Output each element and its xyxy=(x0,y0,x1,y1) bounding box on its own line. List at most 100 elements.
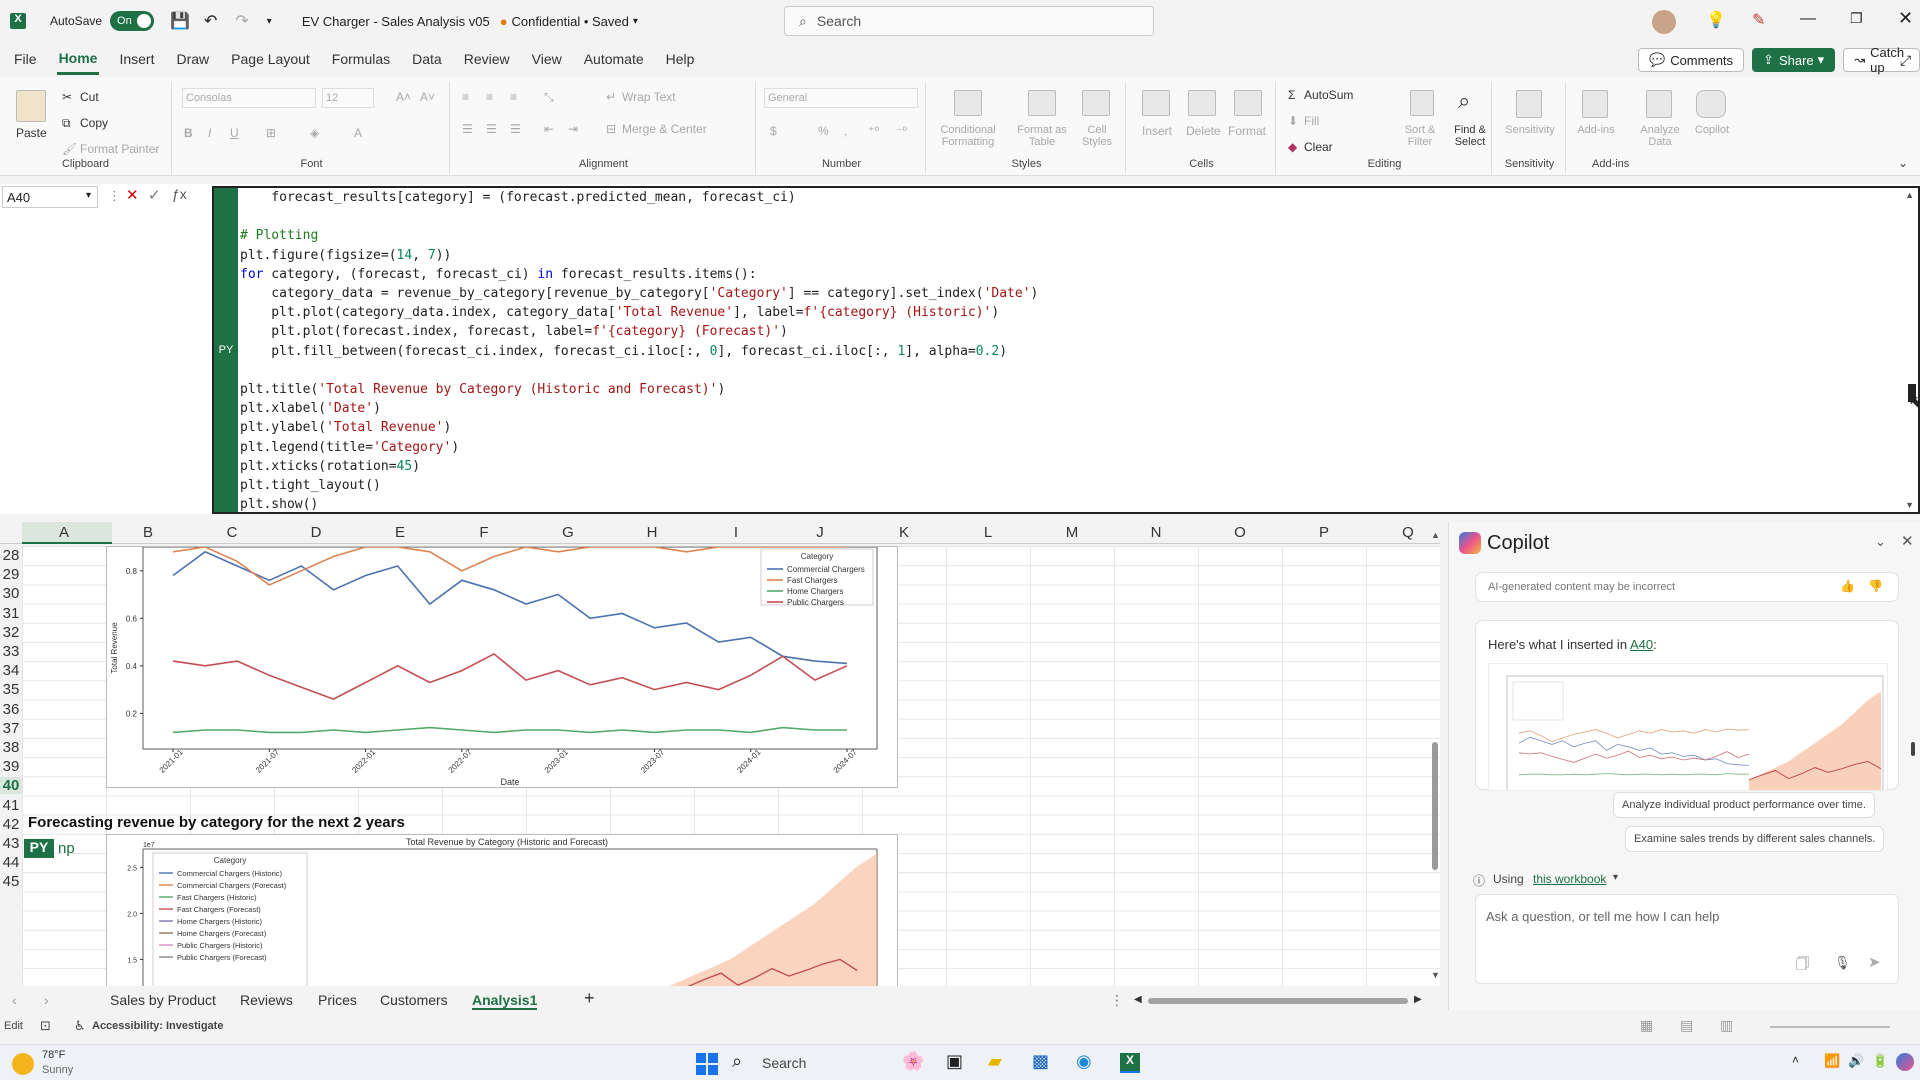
format-cells-button[interactable]: Format xyxy=(1228,124,1266,138)
hscroll-right-icon[interactable]: ▶ xyxy=(1414,994,1422,1005)
menu-insert[interactable]: Insert xyxy=(117,45,156,73)
excel-taskbar-icon[interactable]: X xyxy=(1120,1053,1140,1073)
microphone-icon[interactable]: 🎙 xyxy=(1834,955,1851,971)
menu-review[interactable]: Review xyxy=(462,45,512,73)
orientation-icon[interactable]: ⤡ xyxy=(544,90,554,105)
prev-sheet-icon[interactable]: ‹ xyxy=(12,992,17,1008)
merge-icon[interactable]: ⊟ xyxy=(606,122,616,136)
minimize-icon[interactable]: — xyxy=(1800,10,1816,28)
save-icon[interactable]: 💾 xyxy=(170,11,190,31)
redo-icon[interactable]: ↷ xyxy=(235,11,248,31)
addins-icon[interactable] xyxy=(1582,90,1608,118)
sensitivity-button[interactable]: Sensitivity xyxy=(1496,124,1564,136)
taskbar-search-icon[interactable]: ⌕ xyxy=(732,1051,742,1072)
row-header-37[interactable]: 37 xyxy=(0,720,22,737)
autosave-toggle[interactable]: On xyxy=(110,11,155,31)
row-header-29[interactable]: 29 xyxy=(0,566,22,583)
column-header-d[interactable]: D xyxy=(296,524,336,541)
percent-icon[interactable]: % xyxy=(818,124,829,138)
menu-home[interactable]: Home xyxy=(56,44,100,75)
align-center-icon[interactable]: ☰ xyxy=(486,122,497,136)
tab-analysis1[interactable]: Analysis1 xyxy=(472,992,538,1010)
suggestion-analyze-products[interactable]: Analyze individual product performance o… xyxy=(1613,792,1875,818)
grid-vertical-scrollbar[interactable]: ▲ ▼ xyxy=(1430,530,1440,980)
row-header-32[interactable]: 32 xyxy=(0,624,22,641)
tab-reviews[interactable]: Reviews xyxy=(240,992,293,1008)
accessibility-icon[interactable]: ♿ xyxy=(74,1018,86,1034)
cancel-icon[interactable]: ✕ xyxy=(126,186,139,204)
clear-icon[interactable]: ◆ xyxy=(1288,140,1297,154)
row-header-43[interactable]: 43 xyxy=(0,835,22,852)
inserted-chart-thumbnail[interactable] xyxy=(1488,663,1888,791)
copy-icon[interactable]: ⧉ xyxy=(62,116,71,131)
delete-cells-button[interactable]: Delete xyxy=(1186,124,1221,138)
zoom-slider[interactable] xyxy=(1770,1026,1890,1028)
row-header-42[interactable]: 42 xyxy=(0,816,22,833)
format-table-icon[interactable] xyxy=(1028,90,1056,116)
comma-icon[interactable]: , xyxy=(844,124,847,138)
grid-scroll-down-icon[interactable]: ▼ xyxy=(1431,970,1440,980)
find-select-button[interactable]: Find & Select xyxy=(1448,124,1492,148)
column-header-c[interactable]: C xyxy=(212,524,252,541)
increase-decimal-icon[interactable]: ⁺⁰ xyxy=(868,124,879,138)
send-icon[interactable]: ➤ xyxy=(1868,953,1881,971)
row-header-30[interactable]: 30 xyxy=(0,585,22,602)
share-button[interactable]: ⇪ Share ▾ xyxy=(1752,48,1836,72)
horizontal-scrollbar[interactable] xyxy=(1148,998,1408,1004)
enter-icon[interactable]: ✓ xyxy=(148,186,161,204)
forecast-chart[interactable]: Total Revenue by Category (Historic and … xyxy=(106,834,898,988)
analyze-data-button[interactable]: Analyze Data xyxy=(1638,124,1682,148)
align-left-icon[interactable]: ☰ xyxy=(462,122,473,136)
row-header-34[interactable]: 34 xyxy=(0,662,22,679)
menu-view[interactable]: View xyxy=(530,45,564,73)
insert-function-icon[interactable]: ƒx xyxy=(172,186,187,202)
editor-scroll-down-icon[interactable]: ▼ xyxy=(1905,500,1914,510)
row-header-41[interactable]: 41 xyxy=(0,797,22,814)
workbook-chevron-icon[interactable]: ▾ xyxy=(1613,872,1618,883)
hscroll-left-icon[interactable]: ◀ xyxy=(1134,994,1142,1005)
column-header-h[interactable]: H xyxy=(632,524,672,541)
wifi-icon[interactable]: 📶 xyxy=(1824,1053,1840,1069)
conditional-formatting-icon[interactable] xyxy=(954,90,982,116)
font-name-select[interactable]: Consolas xyxy=(182,88,316,108)
fill-color-icon[interactable]: ◈ xyxy=(310,126,319,140)
grid-scrollbar-thumb[interactable] xyxy=(1432,742,1438,870)
align-top-icon[interactable]: ≡ xyxy=(462,90,469,104)
row-header-31[interactable]: 31 xyxy=(0,605,22,622)
insert-cells-icon[interactable] xyxy=(1142,90,1170,116)
increase-indent-icon[interactable]: ⇥ xyxy=(568,122,578,136)
row-header-40[interactable]: 40 xyxy=(0,777,22,795)
italic-icon[interactable]: I xyxy=(208,126,211,140)
edge-icon[interactable]: ◉ xyxy=(1076,1051,1092,1072)
page-break-view-icon[interactable]: ▥ xyxy=(1720,1017,1733,1034)
currency-icon[interactable]: $ xyxy=(770,124,777,138)
format-painter-icon[interactable]: 🖌 xyxy=(62,142,77,156)
decrease-font-icon[interactable]: A˅ xyxy=(420,90,435,104)
column-header-m[interactable]: M xyxy=(1052,524,1092,541)
name-box[interactable]: A40 xyxy=(2,186,98,208)
copilot-scrollbar-thumb[interactable] xyxy=(1911,742,1915,756)
format-cells-icon[interactable] xyxy=(1234,90,1262,116)
lightbulb-icon[interactable]: 💡 xyxy=(1706,10,1726,30)
row-header-36[interactable]: 36 xyxy=(0,701,22,718)
search-box[interactable]: ⌕ Search xyxy=(784,6,1154,36)
wrap-text-button[interactable]: Wrap Text xyxy=(622,90,676,104)
column-header-j[interactable]: J xyxy=(800,524,840,541)
pen-icon[interactable]: ✎ xyxy=(1752,10,1765,30)
font-size-select[interactable]: 12 xyxy=(322,88,374,108)
cut-icon[interactable]: ✂ xyxy=(62,90,72,104)
decrease-indent-icon[interactable]: ⇤ xyxy=(544,122,554,136)
row-header-44[interactable]: 44 xyxy=(0,854,22,871)
paste-button[interactable]: Paste xyxy=(16,126,47,140)
menu-automate[interactable]: Automate xyxy=(582,45,646,73)
analyze-data-icon[interactable] xyxy=(1646,90,1672,118)
row-header-33[interactable]: 33 xyxy=(0,643,22,660)
thumbs-down-icon[interactable]: 👎 xyxy=(1868,579,1883,593)
attach-icon[interactable]: 🗍 xyxy=(1796,955,1809,977)
increase-font-icon[interactable]: A˄ xyxy=(396,90,411,104)
chevron-down-icon[interactable]: ▾ xyxy=(633,16,638,27)
file-name[interactable]: EV Charger - Sales Analysis v05 xyxy=(302,14,490,29)
editor-scroll-up-icon[interactable]: ▲ xyxy=(1905,190,1914,200)
inserted-cell-link[interactable]: A40 xyxy=(1630,637,1653,652)
copilot-taskbar-icon[interactable] xyxy=(1896,1053,1914,1071)
